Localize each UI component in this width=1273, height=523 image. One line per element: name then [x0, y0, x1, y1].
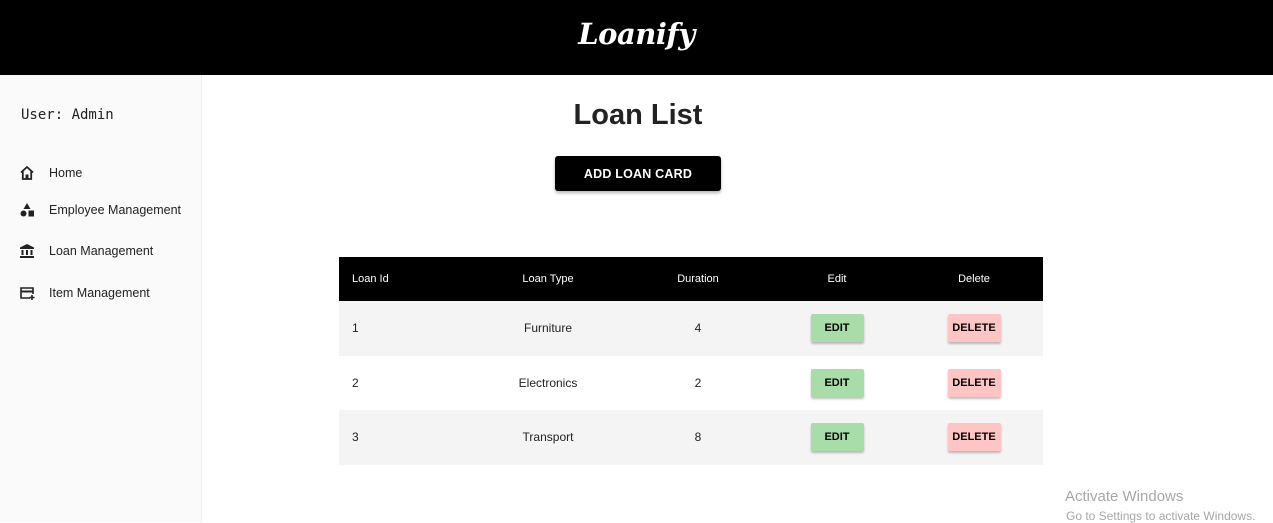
table-row: 2 Electronics 2 EDIT DELETE — [339, 355, 1043, 410]
activation-watermark-title: Activate Windows — [1065, 488, 1184, 505]
edit-button[interactable]: EDIT — [810, 423, 864, 452]
duration-cell: 4 — [694, 321, 702, 336]
table-row: 3 Transport 8 EDIT DELETE — [339, 410, 1043, 465]
loan-table: Loan Id Loan Type Duration Edit Delete 1… — [339, 257, 1043, 465]
edit-button[interactable]: EDIT — [810, 314, 864, 343]
duration-cell: 8 — [694, 430, 702, 445]
table-row: 1 Furniture 4 EDIT DELETE — [339, 301, 1043, 356]
add-loan-card-button[interactable]: ADD LOAN CARD — [555, 156, 721, 191]
sidebar-item-home[interactable]: Home — [0, 153, 202, 193]
column-header-loan-id: Loan Id — [352, 273, 389, 285]
delete-button[interactable]: DELETE — [947, 423, 1001, 452]
sidebar: User: Admin Home Employee Management Loa… — [0, 75, 202, 522]
edit-button[interactable]: EDIT — [810, 368, 864, 397]
column-header-loan-type: Loan Type — [522, 273, 574, 285]
sidebar-item-loan-management[interactable]: Loan Management — [0, 231, 202, 271]
table-header: Loan Id Loan Type Duration Edit Delete — [339, 257, 1043, 301]
sidebar-item-label: Home — [49, 166, 83, 180]
loan-type-cell: Electronics — [518, 375, 578, 390]
sidebar-item-label: Employee Management — [49, 203, 182, 217]
loan-type-cell: Transport — [522, 430, 574, 445]
loan-id-cell: 3 — [352, 430, 359, 445]
column-header-delete: Delete — [958, 273, 990, 285]
sidebar-item-item-management[interactable]: Item Management — [0, 273, 202, 313]
delete-button[interactable]: DELETE — [947, 314, 1001, 343]
activation-watermark-subtitle: Go to Settings to activate Windows. — [1066, 509, 1256, 523]
delete-button[interactable]: DELETE — [947, 368, 1001, 397]
shapes-icon — [18, 201, 36, 219]
loan-id-cell: 1 — [352, 321, 359, 336]
user-label: User: Admin — [21, 107, 114, 123]
column-header-duration: Duration — [677, 273, 719, 285]
sidebar-item-employee-management[interactable]: Employee Management — [0, 190, 202, 230]
loan-type-cell: Furniture — [523, 321, 573, 336]
page-title: Loan List — [573, 99, 703, 131]
card-add-icon — [18, 284, 36, 302]
brand-logo[interactable]: Loanify — [578, 17, 695, 51]
column-header-edit: Edit — [827, 273, 847, 285]
bank-icon — [18, 242, 36, 260]
loan-id-cell: 2 — [352, 375, 359, 390]
sidebar-item-label: Loan Management — [49, 244, 154, 258]
sidebar-item-label: Item Management — [49, 286, 150, 300]
duration-cell: 2 — [694, 375, 702, 390]
app-header: Loanify — [0, 0, 1273, 75]
home-icon — [18, 164, 36, 182]
